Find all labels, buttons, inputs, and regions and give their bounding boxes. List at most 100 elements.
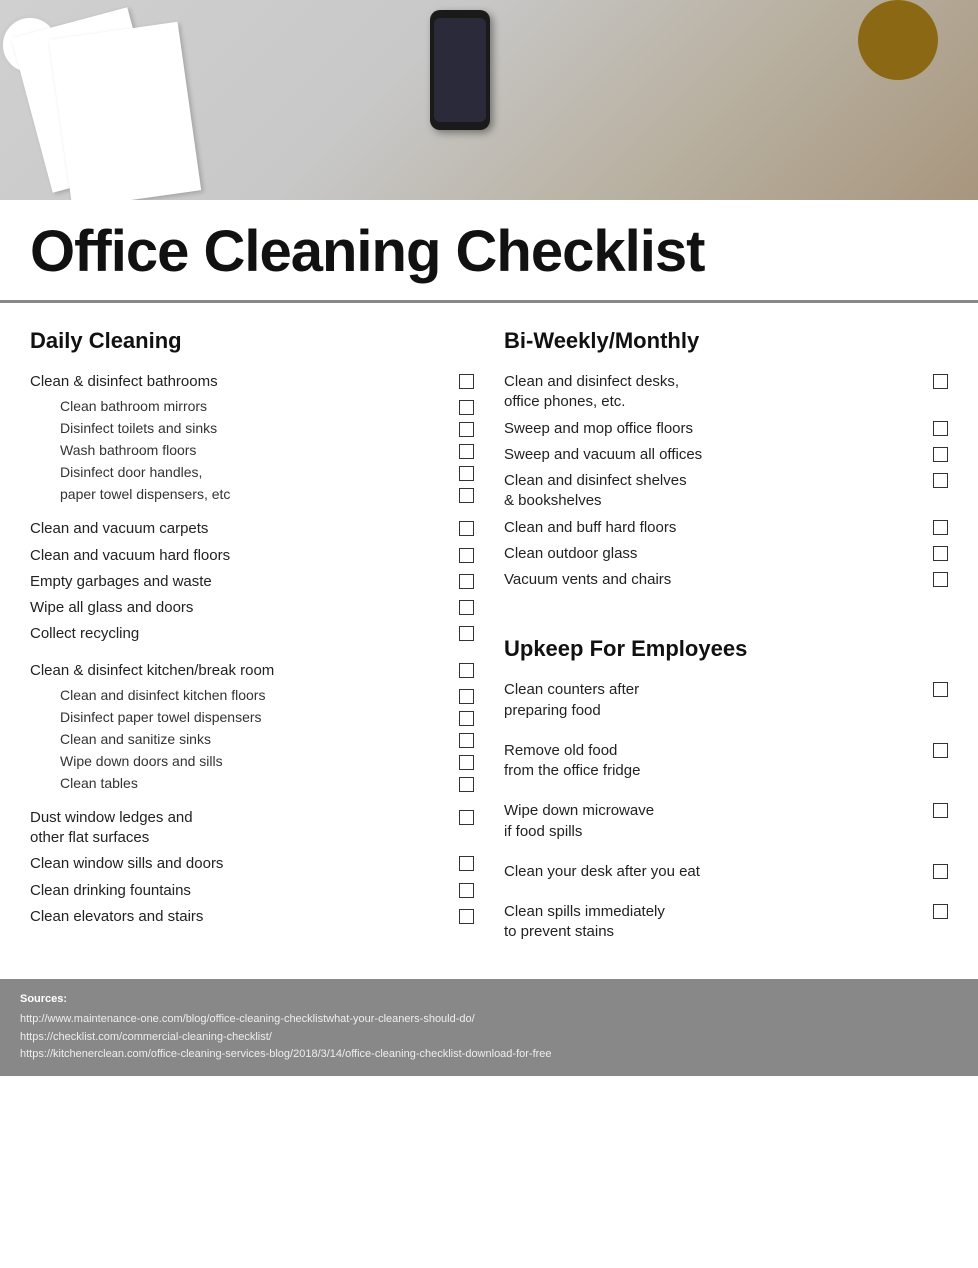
checkbox[interactable] (933, 682, 948, 697)
item-label: Clean and vacuum carpets (30, 519, 459, 539)
checkbox[interactable] (459, 909, 474, 924)
item-label: Clean and disinfect kitchen floors (60, 687, 459, 703)
kitchen-sub-items: Clean and disinfect kitchen floors Disin… (60, 687, 474, 792)
item-label: Clean & disinfect bathrooms (30, 372, 459, 392)
item-label: Collect recycling (30, 624, 459, 644)
item-label: Clean your desk after you eat (504, 862, 933, 882)
upkeep-group: Clean counters afterpreparing food Remov… (504, 680, 948, 942)
checkbox[interactable] (933, 803, 948, 818)
checkbox[interactable] (459, 574, 474, 589)
checkbox[interactable] (459, 548, 474, 563)
main-content: Daily Cleaning Clean & disinfect bathroo… (0, 303, 978, 979)
list-item: Clean and disinfect desks,office phones,… (504, 372, 948, 413)
checkbox[interactable] (459, 488, 474, 503)
daily-section-title: Daily Cleaning (30, 328, 474, 354)
item-label: Wipe all glass and doors (30, 598, 459, 618)
checkbox[interactable] (933, 520, 948, 535)
item-label: Clean and disinfect desks,office phones,… (504, 372, 933, 413)
list-item: Dust window ledges andother flat surface… (30, 808, 474, 849)
checkbox[interactable] (933, 864, 948, 879)
item-label: Disinfect toilets and sinks (60, 420, 459, 436)
checkbox[interactable] (459, 777, 474, 792)
list-item: Clean elevators and stairs (30, 907, 474, 927)
list-item: Sweep and mop office floors (504, 419, 948, 439)
item-label: Clean and buff hard floors (504, 518, 933, 538)
biweekly-section-title: Bi-Weekly/Monthly (504, 328, 948, 354)
list-item: Clean and sanitize sinks (60, 731, 474, 748)
checkbox[interactable] (933, 904, 948, 919)
checkbox[interactable] (459, 466, 474, 481)
checkbox[interactable] (459, 626, 474, 641)
phone (430, 10, 490, 130)
checkbox[interactable] (933, 473, 948, 488)
item-label: Clean outdoor glass (504, 544, 933, 564)
item-label: Clean counters afterpreparing food (504, 680, 933, 721)
item-label: Disinfect door handles, (60, 464, 459, 480)
checkbox[interactable] (933, 421, 948, 436)
item-label: Sweep and vacuum all offices (504, 445, 933, 465)
checkbox[interactable] (459, 374, 474, 389)
standalone-group: Clean and vacuum carpets Clean and vacuu… (30, 519, 474, 644)
item-label: Disinfect paper towel dispensers (60, 709, 459, 725)
list-item: Clean and disinfect shelves& bookshelves (504, 471, 948, 512)
biweekly-group: Clean and disinfect desks,office phones,… (504, 372, 948, 590)
list-item: Clean & disinfect kitchen/break room (30, 661, 474, 681)
list-item: Disinfect door handles, (60, 464, 474, 481)
checkbox[interactable] (459, 422, 474, 437)
item-label: Clean elevators and stairs (30, 907, 459, 927)
checkbox[interactable] (459, 663, 474, 678)
list-item: paper towel dispensers, etc (60, 486, 474, 503)
item-label: Clean drinking fountains (30, 881, 459, 901)
checkbox[interactable] (459, 689, 474, 704)
list-item: Clean spills immediatelyto prevent stain… (504, 902, 948, 943)
footer-link-1: http://www.maintenance-one.com/blog/offi… (20, 1011, 958, 1029)
checkbox[interactable] (933, 572, 948, 587)
item-label: Sweep and mop office floors (504, 419, 933, 439)
checkbox[interactable] (933, 374, 948, 389)
paper-2 (49, 22, 201, 200)
list-item: Clean drinking fountains (30, 881, 474, 901)
checkbox[interactable] (933, 447, 948, 462)
checkbox[interactable] (459, 600, 474, 615)
page-title: Office Cleaning Checklist (30, 218, 948, 285)
item-label: Clean & disinfect kitchen/break room (30, 661, 459, 681)
checkbox[interactable] (459, 810, 474, 825)
upkeep-section-title: Upkeep For Employees (504, 636, 948, 662)
checkbox[interactable] (459, 444, 474, 459)
checkbox[interactable] (459, 883, 474, 898)
list-item: Clean and disinfect kitchen floors (60, 687, 474, 704)
daily-cleaning-column: Daily Cleaning Clean & disinfect bathroo… (30, 328, 474, 959)
bathrooms-sub-items: Clean bathroom mirrors Disinfect toilets… (60, 398, 474, 503)
right-column: Bi-Weekly/Monthly Clean and disinfect de… (504, 328, 948, 959)
item-label: Clean and vacuum hard floors (30, 546, 459, 566)
list-item: Clean and vacuum hard floors (30, 546, 474, 566)
list-item: Wipe down doors and sills (60, 753, 474, 770)
list-item: Clean & disinfect bathrooms (30, 372, 474, 392)
checkbox[interactable] (459, 521, 474, 536)
list-item: Clean window sills and doors (30, 854, 474, 874)
list-item: Clean bathroom mirrors (60, 398, 474, 415)
footer: Sources: http://www.maintenance-one.com/… (0, 979, 978, 1076)
checkbox[interactable] (933, 743, 948, 758)
checkbox[interactable] (459, 755, 474, 770)
checkbox[interactable] (459, 856, 474, 871)
checkbox[interactable] (459, 733, 474, 748)
checkbox[interactable] (459, 400, 474, 415)
footer-sources-label: Sources: (20, 991, 958, 1009)
list-item: Clean outdoor glass (504, 544, 948, 564)
footer-link-3: https://kitchenerclean.com/office-cleani… (20, 1046, 958, 1064)
header-image (0, 0, 978, 200)
list-item: Wipe all glass and doors (30, 598, 474, 618)
header-bg (0, 0, 978, 200)
item-label: Clean window sills and doors (30, 854, 459, 874)
kitchen-group: Clean & disinfect kitchen/break room Cle… (30, 661, 474, 792)
item-label: Vacuum vents and chairs (504, 570, 933, 590)
checkbox[interactable] (933, 546, 948, 561)
list-item: Sweep and vacuum all offices (504, 445, 948, 465)
list-item: Clean your desk after you eat (504, 862, 948, 882)
list-item: Wipe down microwaveif food spills (504, 801, 948, 842)
coffee-cup-brown (858, 0, 938, 80)
checkbox[interactable] (459, 711, 474, 726)
item-label: Dust window ledges andother flat surface… (30, 808, 459, 849)
item-label: Wipe down microwaveif food spills (504, 801, 933, 842)
